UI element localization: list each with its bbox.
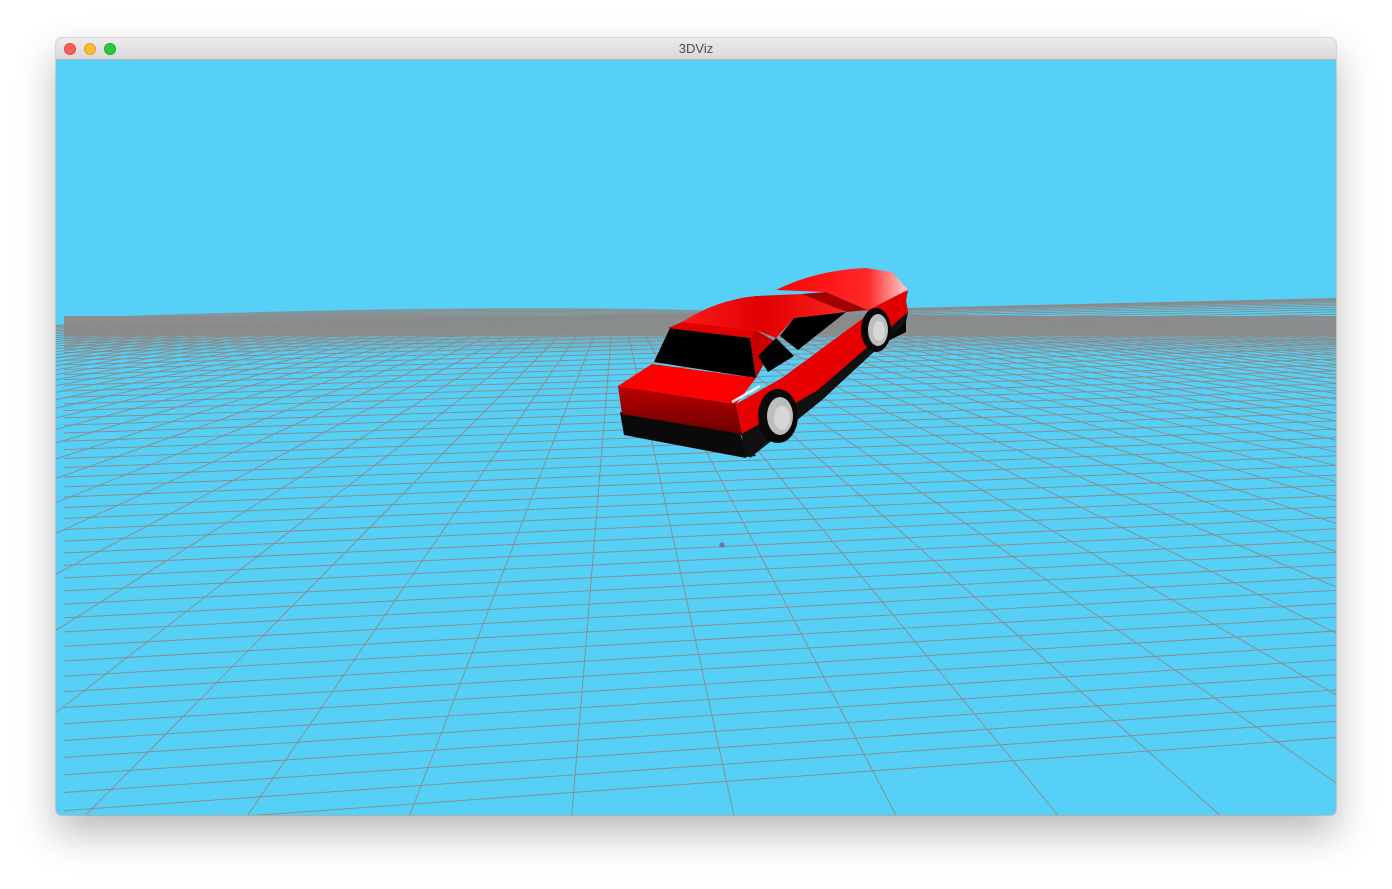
grid-line: [63, 603, 1336, 677]
title-bar[interactable]: 3DViz: [56, 38, 1336, 60]
grid-line: [63, 616, 1336, 693]
grid-line: [571, 321, 613, 815]
grid-line: [1127, 321, 1336, 341]
3d-viewport[interactable]: [56, 60, 1336, 815]
grid-line: [63, 630, 1336, 709]
grid-line: [915, 321, 1336, 384]
grid-line: [63, 455, 1336, 508]
grid-line: [757, 321, 1336, 502]
grid-line: [63, 539, 1336, 605]
grid-line: [63, 484, 1336, 542]
grid-line: [63, 564, 1336, 633]
car-front-wheel: [861, 308, 891, 352]
grid-line: [63, 474, 1336, 531]
grid-line: [63, 589, 1336, 662]
grid-line: [63, 659, 1336, 741]
grid-line: [56, 321, 257, 347]
grid-line: [56, 321, 270, 350]
grid-line: [63, 505, 1336, 566]
grid-line: [1113, 321, 1336, 342]
grid-line: [56, 321, 283, 353]
grid-line: [56, 321, 547, 631]
grid-line: [63, 464, 1336, 519]
app-window: 3DViz: [56, 38, 1336, 815]
grid-line: [56, 321, 521, 534]
grid-line: [63, 674, 1336, 758]
grid-line: [63, 689, 1336, 776]
grid-line: [56, 321, 534, 575]
car-rear-wheel: [758, 389, 798, 443]
center-marker: [719, 542, 725, 548]
grid-line: [63, 495, 1336, 554]
grid-line: [63, 576, 1336, 647]
grid-line: [63, 551, 1336, 619]
grid-line: [63, 720, 1336, 812]
window-title: 3DViz: [678, 41, 714, 56]
grid-line: [63, 446, 1336, 498]
grid-line: [929, 321, 1336, 380]
grid-line: [63, 516, 1336, 579]
grid-line: [56, 321, 217, 341]
grid-line: [63, 644, 1336, 725]
grid-line: [63, 528, 1336, 592]
grid-line: [56, 321, 98, 326]
